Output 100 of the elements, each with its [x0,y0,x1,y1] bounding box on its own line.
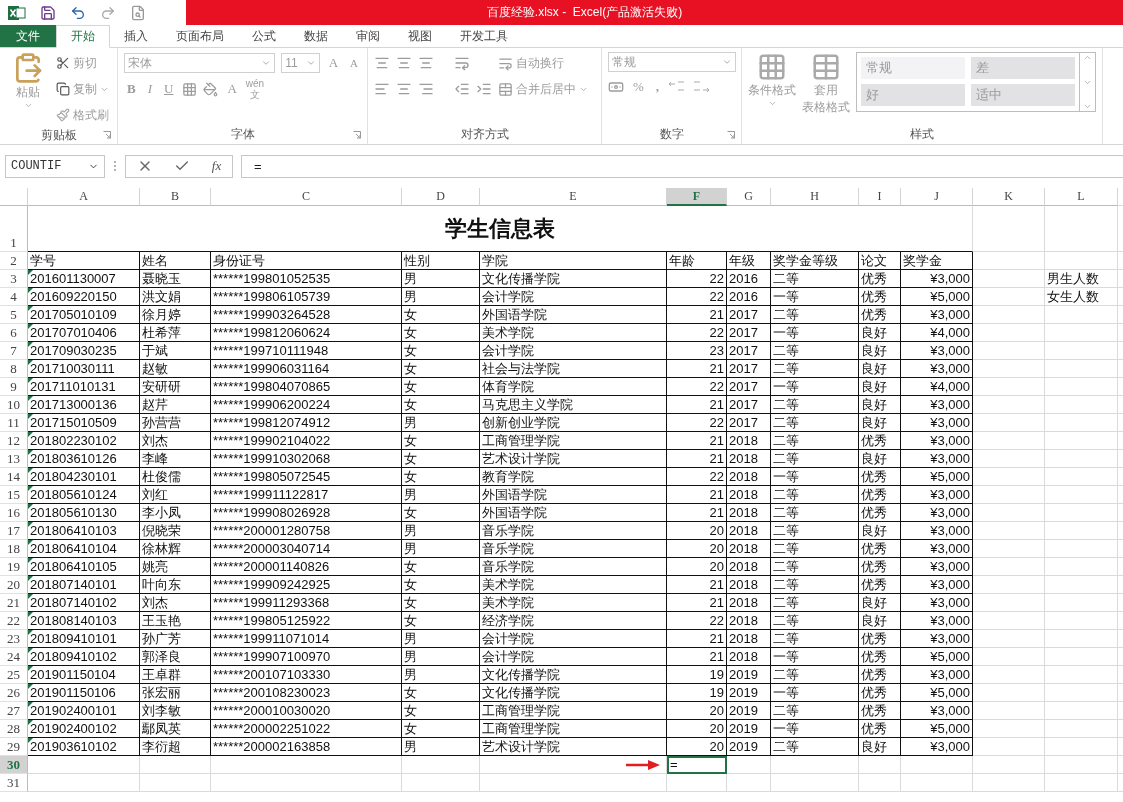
ribbon-tab[interactable]: 开始 [56,25,110,48]
column-header[interactable]: K [973,188,1045,206]
empty-cell[interactable] [1045,486,1118,504]
empty-cell[interactable] [1045,702,1118,720]
row-header[interactable]: 24 [0,648,28,666]
select-all-corner[interactable] [0,188,28,206]
empty-cell[interactable] [973,522,1045,540]
empty-cell[interactable] [973,594,1045,612]
empty-cell[interactable] [1045,378,1118,396]
name-box[interactable]: COUNTIF [5,154,105,178]
empty-cell[interactable] [1045,450,1118,468]
empty-cell[interactable] [1045,648,1118,666]
row-header[interactable]: 9 [0,378,28,396]
empty-cell[interactable] [973,504,1045,522]
row-header[interactable]: 29 [0,738,28,756]
empty-cell[interactable] [973,324,1045,342]
empty-cell[interactable] [973,702,1045,720]
row-header[interactable]: 4 [0,288,28,306]
empty-cell[interactable] [1045,396,1118,414]
row-header[interactable]: 11 [0,414,28,432]
row-header[interactable]: 28 [0,720,28,738]
empty-cell[interactable] [973,306,1045,324]
column-header[interactable]: B [140,188,211,206]
undo-icon[interactable] [70,4,86,21]
row-header[interactable]: 10 [0,396,28,414]
empty-cell[interactable] [859,774,901,792]
empty-cell[interactable] [1045,774,1118,792]
empty-cell[interactable] [973,684,1045,702]
empty-cell[interactable] [727,774,771,792]
empty-cell[interactable] [973,252,1045,270]
row-header[interactable]: 16 [0,504,28,522]
empty-cell[interactable] [402,774,480,792]
dropdown-icon[interactable] [261,58,272,68]
empty-cell[interactable] [1045,720,1118,738]
empty-cell[interactable] [973,450,1045,468]
ribbon-tab[interactable]: 数据 [290,25,342,47]
empty-cell[interactable] [973,720,1045,738]
row-header[interactable]: 12 [0,432,28,450]
dropdown-icon[interactable] [722,57,732,67]
empty-cell[interactable] [973,468,1045,486]
empty-cell[interactable] [1045,612,1118,630]
save-icon[interactable] [40,4,56,21]
empty-cell[interactable] [973,648,1045,666]
empty-cell[interactable] [1045,666,1118,684]
row-header[interactable]: 31 [0,774,28,792]
empty-cell[interactable] [211,774,402,792]
empty-cell[interactable] [973,270,1045,288]
empty-cell[interactable] [480,774,667,792]
empty-cell[interactable] [973,206,1045,252]
dropdown-icon[interactable] [305,58,316,68]
column-header[interactable]: H [771,188,859,206]
empty-cell[interactable] [973,666,1045,684]
column-header[interactable]: J [901,188,973,206]
empty-cell[interactable] [1045,306,1118,324]
empty-cell[interactable] [402,756,480,774]
column-header[interactable]: A [28,188,140,206]
empty-cell[interactable] [973,378,1045,396]
empty-cell[interactable] [1045,342,1118,360]
column-header[interactable]: I [859,188,901,206]
empty-cell[interactable] [140,774,211,792]
empty-cell[interactable] [1045,414,1118,432]
empty-cell[interactable] [727,756,771,774]
empty-cell[interactable] [1045,206,1118,252]
active-cell[interactable]: = [667,756,727,774]
row-header[interactable]: 15 [0,486,28,504]
empty-cell[interactable] [667,774,727,792]
empty-cell[interactable] [973,612,1045,630]
empty-cell[interactable] [973,360,1045,378]
ribbon-tab[interactable]: 视图 [394,25,446,47]
row-header[interactable]: 18 [0,540,28,558]
ribbon-tab[interactable]: 开发工具 [446,25,522,47]
empty-cell[interactable] [1045,324,1118,342]
formula-field[interactable]: = [241,154,1123,178]
empty-cell[interactable] [973,432,1045,450]
empty-cell[interactable] [973,576,1045,594]
row-header[interactable]: 13 [0,450,28,468]
column-header[interactable]: L [1045,188,1118,206]
row-header[interactable]: 7 [0,342,28,360]
row-header[interactable]: 2 [0,252,28,270]
empty-cell[interactable] [211,756,402,774]
empty-cell[interactable] [1045,360,1118,378]
empty-cell[interactable] [140,756,211,774]
row-header[interactable]: 20 [0,576,28,594]
row-header[interactable]: 5 [0,306,28,324]
empty-cell[interactable] [973,414,1045,432]
ribbon-tab[interactable]: 公式 [238,25,290,47]
empty-cell[interactable] [973,342,1045,360]
row-header[interactable]: 22 [0,612,28,630]
more-icon[interactable] [1083,102,1092,111]
row-header[interactable]: 26 [0,684,28,702]
ribbon-tab[interactable]: 审阅 [342,25,394,47]
row-header[interactable]: 6 [0,324,28,342]
row-header[interactable]: 1 [0,206,28,252]
scroll-up-icon[interactable] [1083,53,1092,62]
empty-cell[interactable] [1045,558,1118,576]
empty-cell[interactable] [1045,432,1118,450]
insert-function-button[interactable]: fx [211,158,222,174]
empty-cell[interactable] [1045,252,1118,270]
ribbon-tab[interactable]: 插入 [110,25,162,47]
row-header[interactable]: 30 [0,756,28,774]
